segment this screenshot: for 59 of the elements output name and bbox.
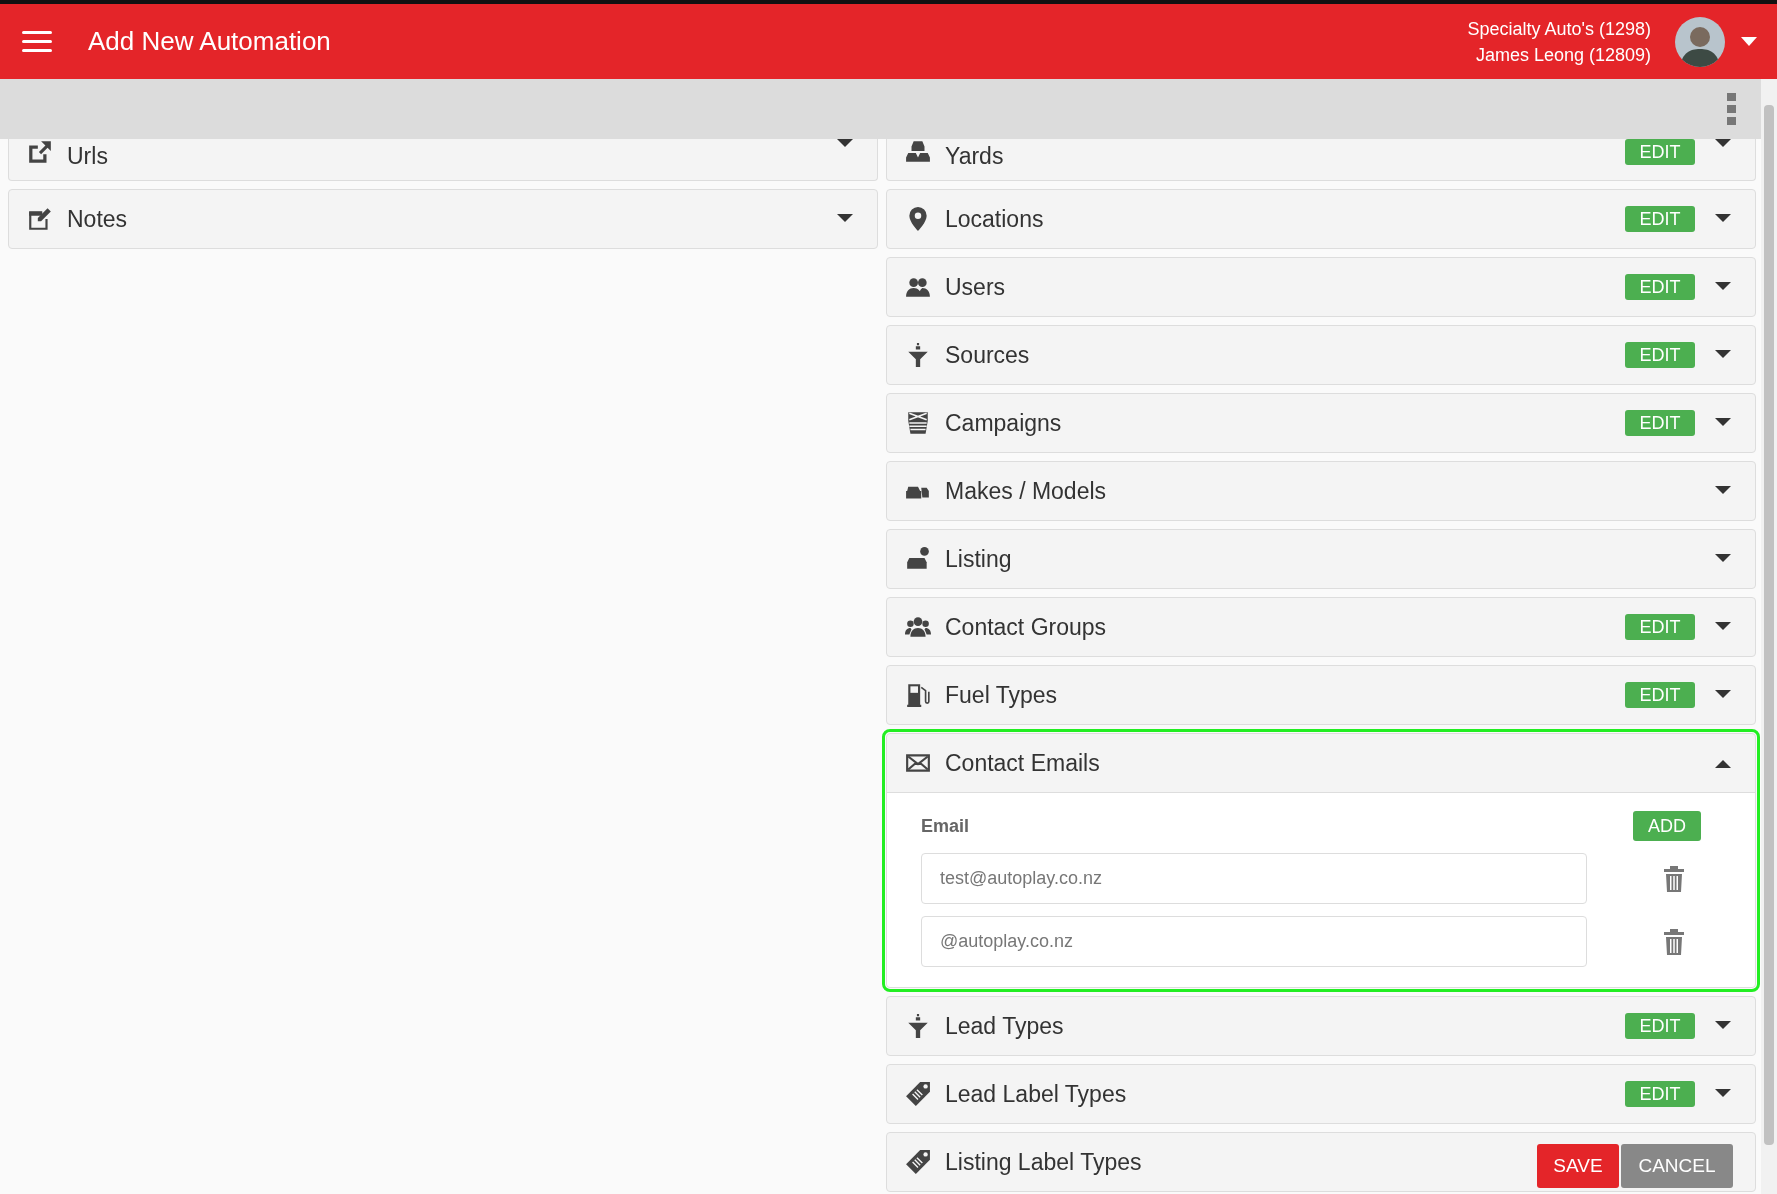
expand-caret-icon[interactable] [1715, 1021, 1731, 1031]
add-button[interactable]: ADD [1633, 811, 1701, 841]
tag-icon [905, 1149, 931, 1175]
edit-button[interactable]: EDIT [1625, 1013, 1695, 1039]
more-options-icon[interactable] [1727, 93, 1737, 125]
edit-button[interactable]: EDIT [1625, 274, 1695, 300]
panel-title: Users [945, 272, 1006, 302]
menu-icon[interactable] [22, 30, 52, 53]
expand-caret-icon[interactable] [1715, 486, 1731, 496]
cancel-button[interactable]: CANCEL [1621, 1144, 1733, 1188]
expand-caret-icon[interactable] [1715, 622, 1731, 632]
edit-note-icon [27, 206, 53, 232]
panel-title: Yards [945, 142, 1004, 171]
edit-button[interactable]: EDIT [1625, 410, 1695, 436]
page-title: Add New Automation [88, 25, 331, 58]
panel-title: Notes [67, 204, 128, 234]
edit-button[interactable]: EDIT [1625, 139, 1695, 165]
panel-title: Listing Label Types [945, 1147, 1142, 1177]
email-field[interactable]: @autoplay.co.nz [921, 916, 1587, 967]
edit-button[interactable]: EDIT [1625, 342, 1695, 368]
panel-title: Listing [945, 544, 1012, 574]
expand-caret-icon[interactable] [1715, 418, 1731, 428]
expand-caret-icon[interactable] [1715, 1089, 1731, 1099]
panel-title: Contact Emails [945, 748, 1100, 778]
column-label: Email [921, 814, 970, 838]
edit-button[interactable]: EDIT [1625, 614, 1695, 640]
panel-title: Lead Types [945, 1011, 1064, 1041]
edit-button[interactable]: EDIT [1625, 1081, 1695, 1107]
group-icon [905, 614, 931, 640]
account-info: James Leong (12809) [1474, 43, 1651, 67]
expand-caret-icon[interactable] [1715, 214, 1731, 224]
expand-caret-icon[interactable] [1715, 554, 1731, 564]
edit-button[interactable]: EDIT [1625, 206, 1695, 232]
scrollbar[interactable] [1761, 79, 1777, 1194]
panel-title: Contact Groups [945, 612, 1107, 642]
tag-icon [905, 1081, 931, 1107]
trash-icon[interactable] [1663, 864, 1685, 893]
fuel-pump-icon [905, 682, 931, 708]
edit-button[interactable]: EDIT [1625, 682, 1695, 708]
avatar-silhouette[interactable] [1675, 16, 1725, 67]
external-link-icon [27, 139, 53, 165]
panel-title: Fuel Types [945, 680, 1058, 710]
panel-title: Urls [67, 142, 108, 171]
collapse-caret-icon[interactable] [1715, 758, 1731, 768]
expand-caret-icon[interactable] [837, 214, 853, 224]
stacked-cup-icon [905, 410, 931, 436]
account-menu-caret-icon[interactable] [1741, 36, 1757, 47]
trash-icon[interactable] [1663, 927, 1685, 956]
expand-caret-icon[interactable] [1715, 282, 1731, 292]
expand-caret-icon[interactable] [1715, 350, 1731, 360]
panel-title: Sources [945, 340, 1030, 370]
panel-title: Lead Label Types [945, 1079, 1127, 1109]
panel-title: Campaigns [945, 408, 1062, 438]
panel-title: Makes / Models [945, 476, 1107, 506]
account-info: Specialty Auto's (1298) [1467, 17, 1651, 41]
save-button[interactable]: SAVE [1537, 1144, 1619, 1188]
expand-caret-icon[interactable] [1715, 690, 1731, 700]
panel-title: Locations [945, 204, 1044, 234]
email-field[interactable]: test@autoplay.co.nz [921, 853, 1587, 904]
